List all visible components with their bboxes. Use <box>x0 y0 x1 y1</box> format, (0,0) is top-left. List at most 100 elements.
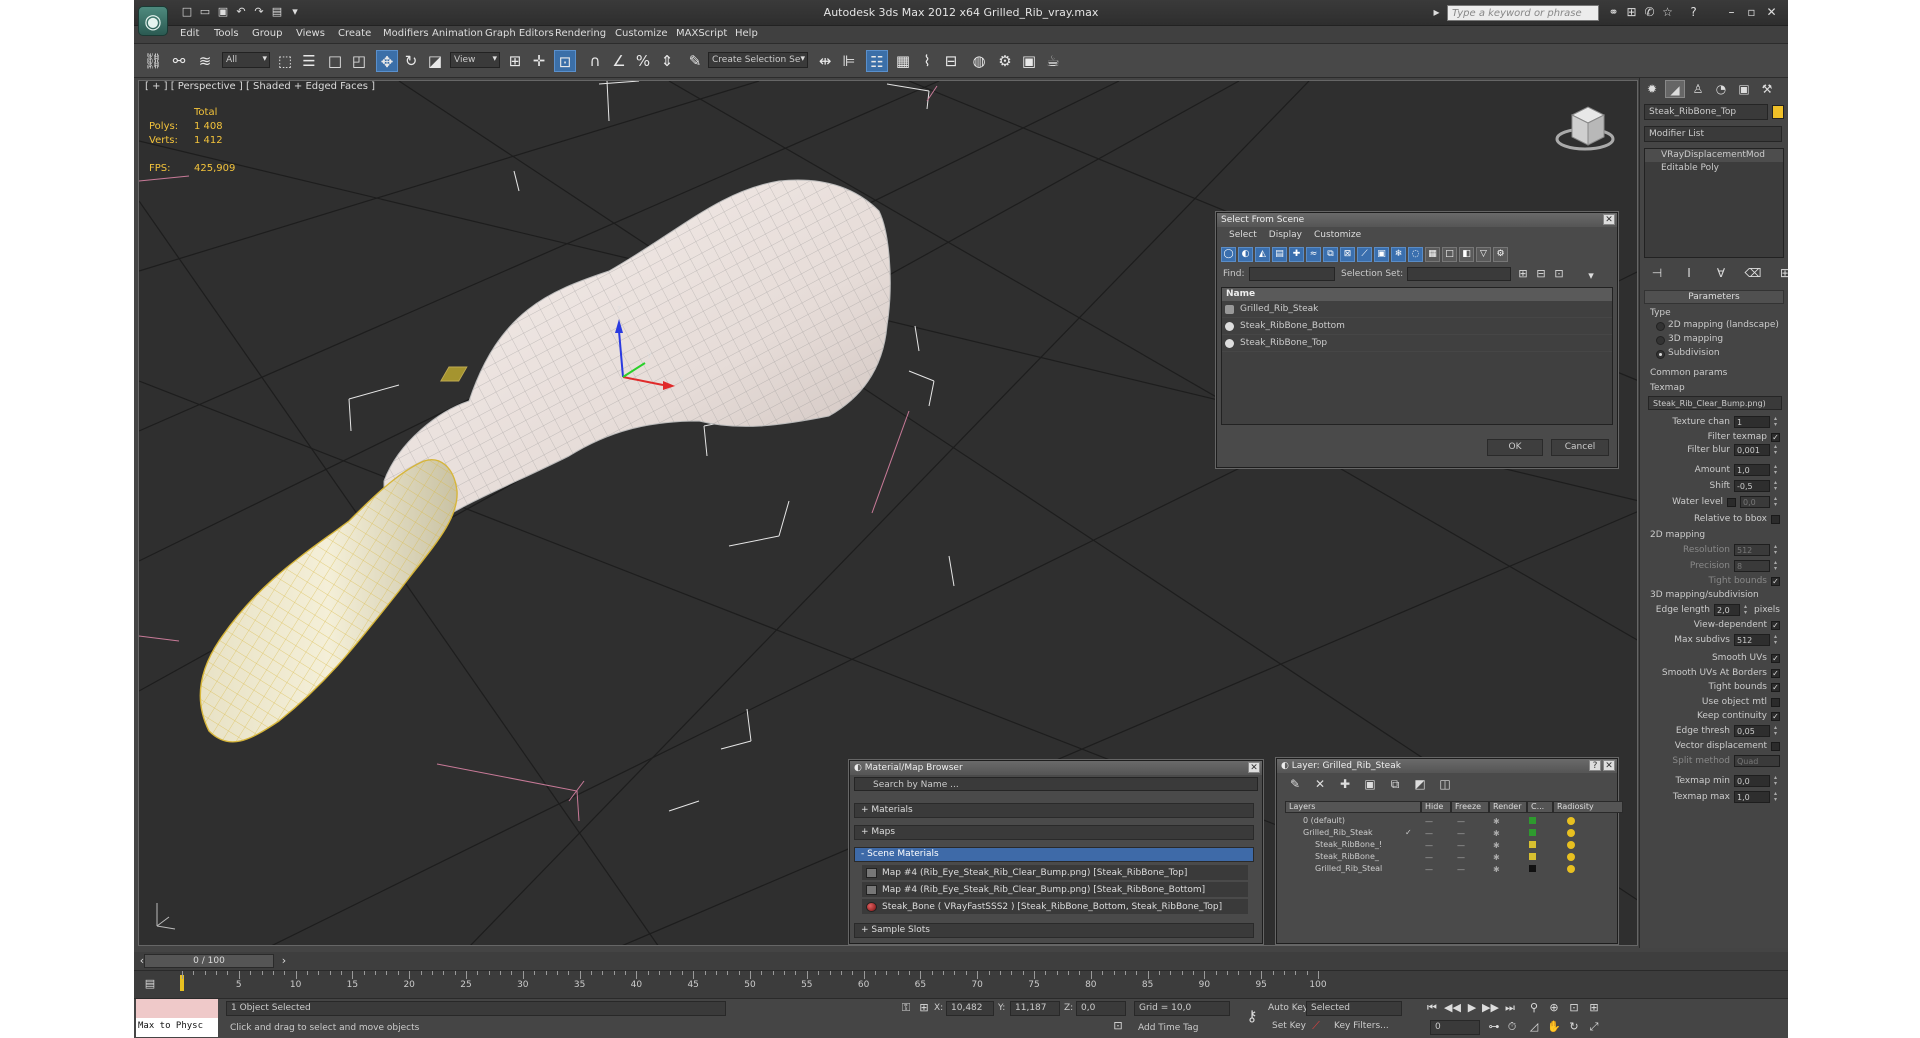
maxscript-listener[interactable]: Max to Physc <box>136 999 218 1037</box>
set-key-button[interactable]: Set Key <box>1272 1021 1306 1031</box>
scene-materials-group[interactable]: - Scene Materials <box>854 847 1254 862</box>
material-list-item[interactable]: Map #4 (Rib_Eye_Steak_Rib_Clear_Bump.png… <box>862 882 1248 898</box>
select-dialog-menu-select[interactable]: Select <box>1229 230 1257 241</box>
chevron-right-icon[interactable]: ▸ <box>1429 5 1444 20</box>
keep-continuity-checkbox[interactable]: ✓ <box>1771 711 1780 721</box>
close-icon[interactable]: ✕ <box>1764 5 1779 20</box>
z-coord-field[interactable]: 0,0 <box>1076 1001 1126 1016</box>
spacewarps-filter-icon[interactable]: ≈ <box>1306 247 1321 262</box>
window-crossing-icon[interactable]: ◰ <box>348 50 370 72</box>
absolute-mode-icon[interactable]: ⊞ <box>916 1001 932 1015</box>
favorites-star-icon[interactable]: ☆ <box>1660 5 1675 20</box>
spinner-arrows-icon[interactable]: ▴ ▾ <box>1774 725 1780 737</box>
spinner-arrows-icon[interactable]: ▴ ▾ <box>1774 480 1780 492</box>
communication-icon[interactable]: ✆ <box>1642 5 1657 20</box>
graphite-ribbon-icon[interactable]: ▦ <box>892 50 914 72</box>
select-dialog-title[interactable]: Select From Scene ✕ <box>1217 213 1617 227</box>
close-icon[interactable]: ✕ <box>1603 760 1615 771</box>
chevron-down-icon[interactable]: ▾ <box>1583 269 1599 283</box>
menu-help[interactable]: Help <box>735 28 758 39</box>
time-slider[interactable]: 0 / 100 <box>144 954 274 968</box>
play-icon[interactable]: ▶ <box>1464 1001 1480 1015</box>
edge-thresh-spinner[interactable]: 0,05 <box>1734 725 1770 737</box>
spinner-arrows-icon[interactable]: ▴ ▾ <box>1774 560 1780 572</box>
menu-modifiers[interactable]: Modifiers <box>383 28 429 39</box>
water-level-checkbox[interactable] <box>1727 497 1736 507</box>
amount-spinner[interactable]: 1,0 <box>1734 464 1770 476</box>
edit-set-icon[interactable]: ⊡ <box>1551 267 1567 281</box>
type-subdivision-radio[interactable]: Subdivision <box>1654 348 1720 359</box>
key-mode-toggle-icon[interactable]: ⊶ <box>1486 1020 1502 1034</box>
selection-set-dropdown[interactable] <box>1407 267 1511 281</box>
previous-frame-icon[interactable]: ◀◀ <box>1444 1001 1461 1015</box>
configure-sets-icon[interactable]: ⊞ <box>1776 264 1788 282</box>
menu-graph-editors[interactable]: Graph Editors <box>485 28 554 39</box>
modify-tab-icon[interactable]: ◢ <box>1665 80 1685 98</box>
name-column-header[interactable]: Name <box>1222 288 1612 301</box>
pin-stack-icon[interactable]: ⊣ <box>1648 264 1666 282</box>
spinner-arrows-icon[interactable]: ▴ ▾ <box>1774 464 1780 476</box>
edge-length-spinner[interactable]: 2,0 <box>1714 604 1740 616</box>
smooth-uvs-borders-checkbox[interactable]: ✓ <box>1771 668 1780 678</box>
texture-chan-spinner[interactable]: 1 <box>1734 416 1770 428</box>
hide-all-icon[interactable]: ◫ <box>1437 777 1453 792</box>
shift-spinner[interactable]: -0,5 <box>1734 480 1770 492</box>
filter-settings-icon[interactable]: ⚙ <box>1493 247 1508 262</box>
maps-group[interactable]: + Maps <box>854 825 1254 840</box>
vector-disp-checkbox[interactable] <box>1771 741 1780 751</box>
zoom-icon[interactable]: ⚲ <box>1526 1001 1542 1015</box>
go-to-start-icon[interactable]: ⏮ <box>1424 1001 1440 1015</box>
x-coord-field[interactable]: 10,482 <box>946 1001 994 1016</box>
layer-manager-icon[interactable]: ☷ <box>866 50 888 72</box>
maxscript-input[interactable]: Max to Physc <box>136 1018 218 1037</box>
menu-views[interactable]: Views <box>296 28 325 39</box>
split-method-dropdown[interactable]: Quad <box>1734 755 1780 767</box>
help-search-input[interactable]: Type a keyword or phrase <box>1447 5 1599 21</box>
bones-filter-icon[interactable]: ⟋ <box>1357 247 1372 262</box>
curve-editor-icon[interactable]: ⌇ <box>916 50 938 72</box>
select-dialog-menu-customize[interactable]: Customize <box>1314 230 1361 241</box>
select-object-icon[interactable]: ⬚ <box>274 50 296 72</box>
helpers-filter-icon[interactable]: ✚ <box>1289 247 1304 262</box>
add-set-icon[interactable]: ⊞ <box>1515 267 1531 281</box>
spinner-arrows-icon[interactable]: ▴ ▾ <box>1774 634 1780 646</box>
key-filters-button[interactable]: Key Filters... <box>1334 1021 1389 1031</box>
orbit-icon[interactable]: ↻ <box>1566 1020 1582 1034</box>
resolution-spinner[interactable]: 512 <box>1734 544 1770 556</box>
maxscript-output[interactable] <box>136 999 218 1018</box>
shapes-filter-icon[interactable]: ◐ <box>1238 247 1253 262</box>
lights-filter-icon[interactable]: ◭ <box>1255 247 1270 262</box>
frozen-filter-icon[interactable]: ❄ <box>1391 247 1406 262</box>
zoom-extents-all-icon[interactable]: ⊞ <box>1586 1001 1602 1015</box>
hierarchy-tab-icon[interactable]: ♙ <box>1688 80 1708 98</box>
viewport-label[interactable]: [ + ] [ Perspective ] [ Shaded + Edged F… <box>145 81 375 92</box>
select-manipulate-icon[interactable]: ✛ <box>528 50 550 72</box>
color-column[interactable]: C... <box>1527 801 1553 813</box>
material-browser-title[interactable]: ◐ Material/Map Browser ✕ <box>850 761 1262 775</box>
spinner-arrows-icon[interactable]: ▴ ▾ <box>1774 544 1780 556</box>
time-tag-icon[interactable]: ⊡ <box>1110 1019 1126 1033</box>
create-tab-icon[interactable]: ✹ <box>1642 80 1662 98</box>
edit-named-selection-icon[interactable]: ✎ <box>684 50 706 72</box>
spinner-arrows-icon[interactable]: ▴ ▾ <box>1774 496 1780 508</box>
restore-icon[interactable]: ▫ <box>1744 5 1759 20</box>
schematic-view-icon[interactable]: ⊟ <box>940 50 962 72</box>
spinner-arrows-icon[interactable]: ▴ ▾ <box>1744 604 1750 616</box>
select-all-icon[interactable]: ▦ <box>1425 247 1440 262</box>
link-icon[interactable]: ⛓ <box>142 50 164 72</box>
menu-tools[interactable]: Tools <box>214 28 239 39</box>
tight-bounds-3d-checkbox[interactable]: ✓ <box>1771 682 1780 692</box>
close-icon[interactable]: ✕ <box>1603 214 1615 225</box>
display-tab-icon[interactable]: ▣ <box>1734 80 1754 98</box>
close-icon[interactable]: ✕ <box>1248 762 1260 773</box>
track-bar[interactable]: ▤ 5 10 15 20 25 30 35 40 45 50 55 60 65 70 75 80 85 90 95 1… <box>134 970 1788 998</box>
radiosity-column[interactable]: Radiosity <box>1553 801 1623 813</box>
modifier-list-dropdown[interactable]: Modifier List <box>1644 126 1782 142</box>
select-none-icon[interactable]: □ <box>1442 247 1457 262</box>
object-color-swatch[interactable] <box>1772 105 1784 119</box>
reference-coord-dropdown[interactable]: View <box>450 52 500 68</box>
snaps-toggle-icon[interactable]: ∩ <box>584 50 606 72</box>
spinner-arrows-icon[interactable]: ▴ ▾ <box>1774 775 1780 787</box>
pivot-center-icon[interactable]: ⊞ <box>504 50 526 72</box>
time-configuration-icon[interactable]: ⏱ <box>1504 1020 1520 1034</box>
